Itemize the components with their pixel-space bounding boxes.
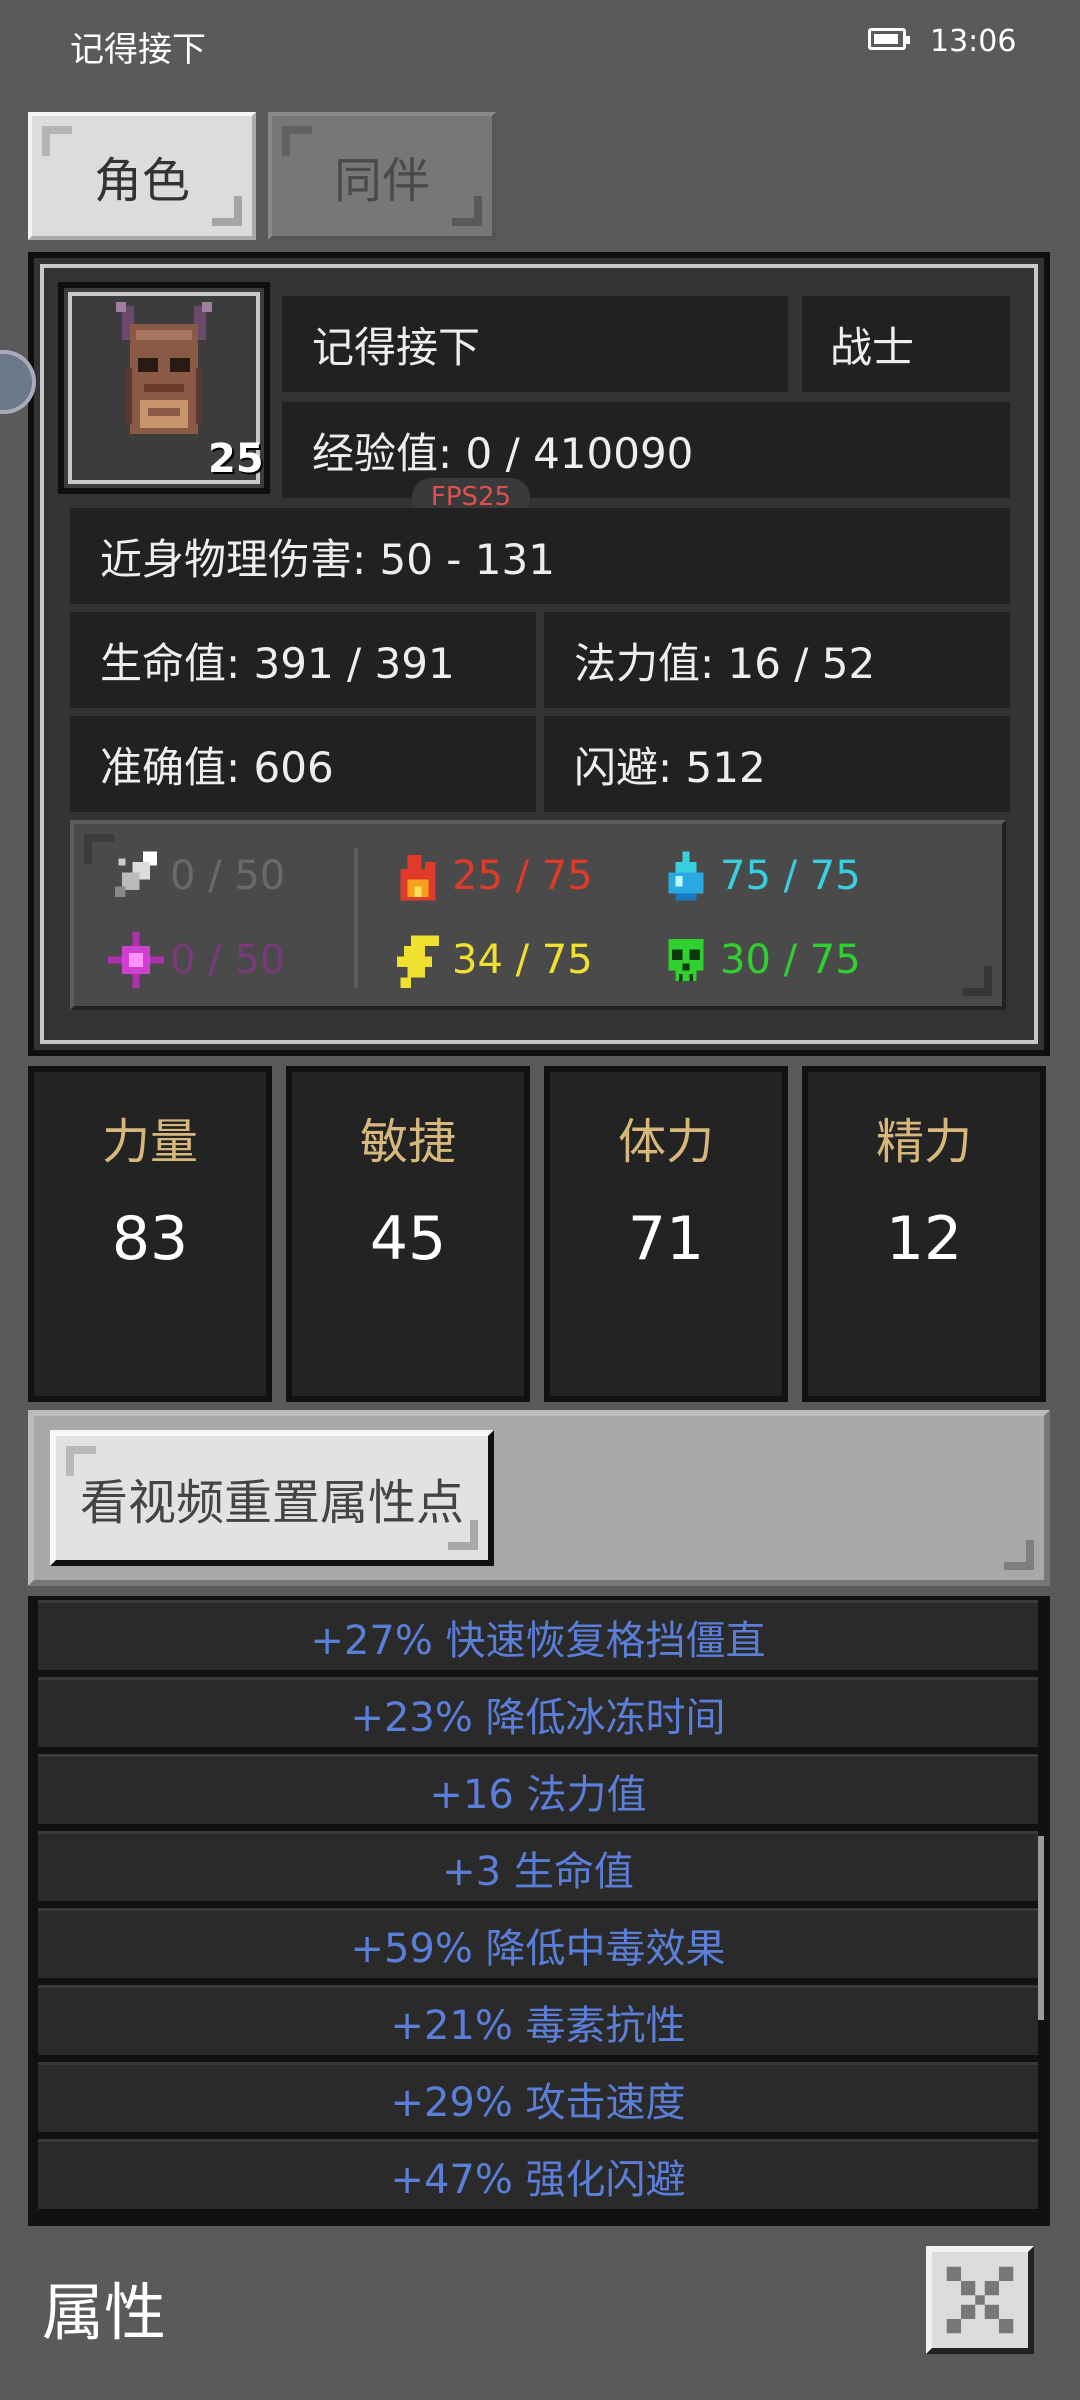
- character-name-text: 记得接下: [312, 322, 481, 372]
- tab-character-label: 角色: [93, 153, 190, 209]
- hp-text: 生命值: 391 / 391: [100, 638, 455, 688]
- resistance-divider: [354, 848, 358, 988]
- list-item: +29% 攻击速度: [38, 2062, 1038, 2132]
- attribute-list-scrollbar[interactable]: [1038, 1836, 1044, 2020]
- stat-energy-label: 精力: [875, 1114, 972, 1170]
- resistance-cold-value: 75 / 75: [720, 853, 861, 899]
- list-item: +23% 降低冰冻时间: [38, 1677, 1038, 1747]
- magic-star-icon: [108, 932, 164, 988]
- list-item: +27% 快速恢复格挡僵直: [38, 1600, 1038, 1670]
- stat-vitality: 体力 71: [544, 1066, 788, 1402]
- list-item: +3 生命值: [38, 1831, 1038, 1901]
- mp-value: 法力值: 16 / 52: [544, 612, 1010, 708]
- resistance-fire-value: 25 / 75: [452, 853, 593, 899]
- character-class: 战士: [802, 296, 1010, 392]
- stat-agility-label: 敏捷: [359, 1114, 456, 1170]
- stat-agility-value: 45: [369, 1204, 447, 1274]
- stat-strength: 力量 83: [28, 1066, 272, 1402]
- resistance-poison-value: 30 / 75: [720, 937, 861, 983]
- experience-text: 经验值: 0 / 410090: [312, 428, 694, 478]
- character-name: 记得接下: [282, 296, 788, 392]
- stat-strength-label: 力量: [101, 1114, 198, 1170]
- page-title: 属性: [42, 2276, 167, 2349]
- status-bar-app-name: 记得接下: [70, 30, 206, 70]
- experience-value: 经验值: 0 / 410090: [282, 402, 1010, 498]
- resistance-physical: 0 / 50: [108, 846, 285, 906]
- close-icon: [946, 2266, 1014, 2334]
- resistance-fire: 25 / 75: [390, 846, 593, 906]
- sword-icon: [115, 851, 157, 897]
- dodge-value: 闪避: 512: [544, 716, 1010, 812]
- water-drop-icon: [668, 851, 704, 901]
- list-item: +47% 强化闪避: [38, 2139, 1038, 2209]
- resistance-magic: 0 / 50: [108, 930, 285, 990]
- list-item: +59% 降低中毒效果: [38, 1908, 1038, 1978]
- stat-energy-value: 12: [885, 1204, 963, 1274]
- melee-damage: 近身物理伤害: 50 - 131: [70, 508, 1010, 604]
- skull-icon: [668, 939, 704, 981]
- resistance-physical-value: 0 / 50: [170, 853, 286, 899]
- lightning-icon: [397, 935, 439, 988]
- stat-vitality-label: 体力: [617, 1114, 714, 1170]
- resistance-magic-value: 0 / 50: [170, 937, 286, 983]
- tab-companion-label: 同伴: [333, 153, 430, 209]
- close-button[interactable]: [926, 2246, 1034, 2354]
- list-item: +21% 毒素抗性: [38, 1985, 1038, 2055]
- resistance-poison: 30 / 75: [658, 930, 861, 990]
- character-class-text: 战士: [830, 322, 915, 372]
- stat-agility: 敏捷 45: [286, 1066, 530, 1402]
- melee-damage-text: 近身物理伤害: 50 - 131: [100, 534, 555, 584]
- battery-icon: [868, 28, 910, 50]
- resistance-cold: 75 / 75: [658, 846, 861, 906]
- tab-companion[interactable]: 同伴: [268, 112, 496, 240]
- accuracy-text: 准确值: 606: [100, 742, 334, 792]
- mp-text: 法力值: 16 / 52: [574, 638, 876, 688]
- character-level: 25: [208, 436, 264, 482]
- stat-energy: 精力 12: [802, 1066, 1046, 1402]
- fire-icon: [400, 855, 436, 901]
- hp-value: 生命值: 391 / 391: [70, 612, 536, 708]
- tab-character[interactable]: 角色: [28, 112, 256, 240]
- list-item: +16 法力值: [38, 1754, 1038, 1824]
- stat-vitality-value: 71: [627, 1204, 705, 1274]
- status-bar-time: 13:06: [930, 24, 1017, 59]
- watch-video-reset-label: 看视频重置属性点: [79, 1475, 464, 1531]
- attribute-list[interactable]: +27% 快速恢复格挡僵直 +23% 降低冰冻时间 +16 法力值 +3 生命值…: [28, 1596, 1050, 2226]
- resistance-lightning-value: 34 / 75: [452, 937, 593, 983]
- dodge-text: 闪避: 512: [574, 742, 766, 792]
- stat-strength-value: 83: [111, 1204, 189, 1274]
- accuracy-value: 准确值: 606: [70, 716, 536, 812]
- watch-video-reset-button[interactable]: 看视频重置属性点: [50, 1430, 494, 1566]
- resistance-lightning: 34 / 75: [390, 930, 593, 990]
